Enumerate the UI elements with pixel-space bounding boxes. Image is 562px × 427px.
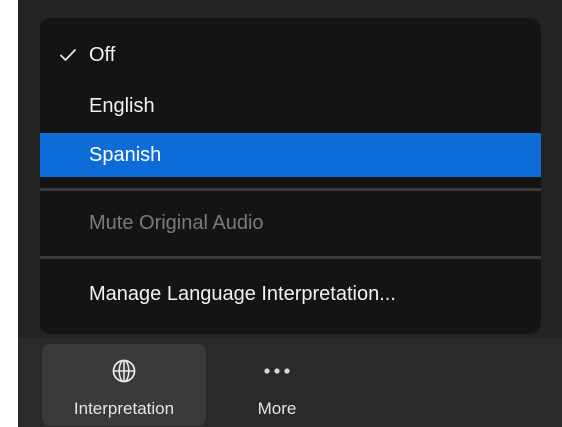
menu-item-off[interactable]: Off xyxy=(40,33,541,77)
menu-separator xyxy=(40,188,541,191)
menu-item-label: Off xyxy=(89,44,116,66)
menu-item-english[interactable]: English xyxy=(40,84,541,128)
interpretation-button[interactable]: Interpretation xyxy=(42,344,206,426)
menu-item-label: Manage Language Interpretation... xyxy=(89,283,396,305)
checkmark-icon xyxy=(56,33,80,77)
menu-item-label: English xyxy=(89,95,155,117)
menu-item-label: Mute Original Audio xyxy=(89,212,264,234)
interpretation-label: Interpretation xyxy=(73,399,175,418)
interpretation-menu: Off English Spanish Mute Original Audio … xyxy=(40,18,541,334)
menu-item-label: Spanish xyxy=(89,144,162,166)
menu-item-manage-language-interpretation[interactable]: Manage Language Interpretation... xyxy=(40,272,541,316)
menu-separator xyxy=(40,256,541,259)
more-label: More xyxy=(257,399,297,418)
ellipsis-icon xyxy=(236,358,318,384)
more-button[interactable]: More xyxy=(236,344,318,426)
menu-item-spanish[interactable]: Spanish xyxy=(40,133,541,177)
menu-item-mute-original-audio: Mute Original Audio xyxy=(40,201,541,245)
globe-icon xyxy=(42,358,206,384)
